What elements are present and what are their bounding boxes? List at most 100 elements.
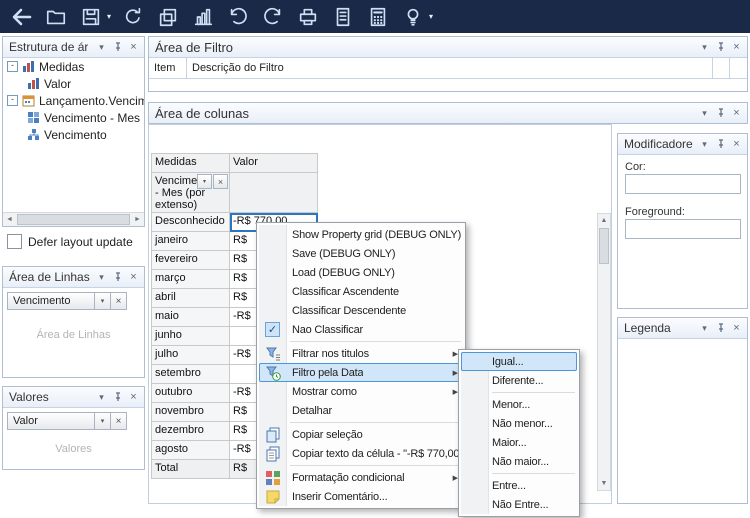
menu-item-copiar-selecao[interactable]: Copiar seleção xyxy=(259,425,463,444)
menu-item-filtro-pela-data[interactable]: Filtro pela Data ▶ xyxy=(259,363,463,382)
pin-icon[interactable] xyxy=(110,40,125,55)
row-label[interactable]: abril xyxy=(152,289,230,308)
save-dropdown-caret[interactable]: ▾ xyxy=(107,12,111,21)
save-button[interactable] xyxy=(78,4,104,30)
row-label[interactable]: setembro xyxy=(152,365,230,384)
redo-button[interactable] xyxy=(260,4,286,30)
submenu-item-nao-menor[interactable]: Não menor... xyxy=(461,414,577,433)
calculator-button[interactable] xyxy=(365,4,391,30)
foreground-input[interactable] xyxy=(625,219,741,239)
panel-menu-icon[interactable]: ▾ xyxy=(697,321,712,336)
filter-col-item[interactable]: Item xyxy=(149,58,187,78)
filter-col-descricao[interactable]: Descrição do Filtro xyxy=(187,58,713,78)
field-close-icon[interactable]: × xyxy=(213,174,228,189)
close-icon[interactable]: × xyxy=(126,40,141,55)
close-icon[interactable]: × xyxy=(729,137,744,152)
undo-button[interactable] xyxy=(225,4,251,30)
menu-item-mostrar-como[interactable]: Mostrar como ▶ xyxy=(259,382,463,401)
scrollbar-thumb[interactable] xyxy=(599,228,609,264)
tips-button[interactable] xyxy=(400,4,426,30)
row-label[interactable]: fevereiro xyxy=(152,251,230,270)
close-icon[interactable]: × xyxy=(729,321,744,336)
pivot-column-field[interactable]: Vencimento - Mes (por extenso) ▾ × xyxy=(152,173,230,213)
tree-item-valor[interactable]: Valor xyxy=(3,75,144,92)
tree-item-vencimento[interactable]: Vencimento xyxy=(3,126,144,143)
panel-menu-icon[interactable]: ▾ xyxy=(94,40,109,55)
back-button[interactable] xyxy=(8,4,34,30)
close-icon[interactable]: × xyxy=(729,40,744,55)
row-field-chip-vencimento[interactable]: Vencimento ▾ × xyxy=(7,292,127,310)
scrollbar-thumb[interactable] xyxy=(17,214,130,225)
print-preview-button[interactable] xyxy=(330,4,356,30)
chip-close-icon[interactable]: × xyxy=(110,413,126,429)
row-label[interactable]: agosto xyxy=(152,441,230,460)
menu-item-nao-classificar[interactable]: ✓ Nao Classificar xyxy=(259,320,463,339)
menu-item-classificar-ascendente[interactable]: Classificar Ascendente xyxy=(259,282,463,301)
filter-col-extra-2[interactable] xyxy=(730,58,747,78)
chip-filter-icon[interactable]: ▾ xyxy=(94,293,110,309)
panel-menu-icon[interactable]: ▾ xyxy=(697,137,712,152)
menu-item-detalhar[interactable]: Detalhar xyxy=(259,401,463,420)
total-label[interactable]: Total xyxy=(152,460,230,479)
close-icon[interactable]: × xyxy=(126,390,141,405)
row-label[interactable]: novembro xyxy=(152,403,230,422)
tree-item-medidas[interactable]: - Medidas xyxy=(3,58,144,75)
submenu-item-igual[interactable]: Igual... xyxy=(461,352,577,371)
cor-input[interactable] xyxy=(625,174,741,194)
pin-icon[interactable] xyxy=(713,137,728,152)
tree-horizontal-scrollbar[interactable]: ◄ ► xyxy=(3,212,144,226)
menu-item-load-debug[interactable]: Load (DEBUG ONLY) xyxy=(259,263,463,282)
menu-item-show-property-grid[interactable]: Show Property grid (DEBUG ONLY) xyxy=(259,225,463,244)
submenu-item-nao-maior[interactable]: Não maior... xyxy=(461,452,577,471)
refresh-button[interactable] xyxy=(120,4,146,30)
scroll-left-icon[interactable]: ◄ xyxy=(3,216,16,223)
row-label[interactable]: dezembro xyxy=(152,422,230,441)
filter-col-extra-1[interactable] xyxy=(713,58,730,78)
close-icon[interactable]: × xyxy=(126,270,141,285)
panel-menu-icon[interactable]: ▾ xyxy=(94,390,109,405)
pin-icon[interactable] xyxy=(713,40,728,55)
row-label[interactable]: janeiro xyxy=(152,232,230,251)
print-button[interactable] xyxy=(295,4,321,30)
chip-close-icon[interactable]: × xyxy=(110,293,126,309)
pin-icon[interactable] xyxy=(110,390,125,405)
submenu-item-diferente[interactable]: Diferente... xyxy=(461,371,577,390)
menu-item-classificar-descendente[interactable]: Classificar Descendente xyxy=(259,301,463,320)
submenu-item-menor[interactable]: Menor... xyxy=(461,395,577,414)
pin-icon[interactable] xyxy=(110,270,125,285)
pin-icon[interactable] xyxy=(713,321,728,336)
chip-filter-icon[interactable]: ▾ xyxy=(94,413,110,429)
field-filter-icon[interactable]: ▾ xyxy=(197,174,212,189)
tree-item-lancamento[interactable]: - Lançamento.Vencimen xyxy=(3,92,144,109)
panel-menu-icon[interactable]: ▾ xyxy=(697,106,712,121)
row-label[interactable]: março xyxy=(152,270,230,289)
scroll-down-icon[interactable]: ▼ xyxy=(598,477,610,490)
tree-item-vencimento-mes[interactable]: Vencimento - Mes xyxy=(3,109,144,126)
pivot-measures-header[interactable]: Medidas xyxy=(152,154,230,173)
pin-icon[interactable] xyxy=(713,106,728,121)
close-icon[interactable]: × xyxy=(729,106,744,121)
scroll-up-icon[interactable]: ▲ xyxy=(598,214,610,227)
submenu-item-entre[interactable]: Entre... xyxy=(461,476,577,495)
copy-button[interactable] xyxy=(155,4,181,30)
submenu-item-nao-entre[interactable]: Não Entre... xyxy=(461,495,577,514)
value-field-chip-valor[interactable]: Valor ▾ × xyxy=(7,412,127,430)
collapse-icon[interactable]: - xyxy=(7,95,18,106)
menu-item-inserir-comentario[interactable]: Inserir Comentário... xyxy=(259,487,463,506)
scroll-right-icon[interactable]: ► xyxy=(131,216,144,223)
row-label[interactable]: Desconhecido xyxy=(152,213,230,232)
panel-menu-icon[interactable]: ▾ xyxy=(697,40,712,55)
open-folder-button[interactable] xyxy=(43,4,69,30)
menu-item-save-debug[interactable]: Save (DEBUG ONLY) xyxy=(259,244,463,263)
row-label[interactable]: julho xyxy=(152,346,230,365)
menu-item-copiar-texto-celula[interactable]: Copiar texto da célula - "-R$ 770,00" xyxy=(259,444,463,463)
row-label[interactable]: outubro xyxy=(152,384,230,403)
collapse-icon[interactable]: - xyxy=(7,61,18,72)
row-label[interactable]: junho xyxy=(152,327,230,346)
menu-item-filtrar-nos-titulos[interactable]: Filtrar nos titulos ▶ xyxy=(259,344,463,363)
menu-item-formatacao-condicional[interactable]: Formatação condicional ▶ xyxy=(259,468,463,487)
submenu-item-maior[interactable]: Maior... xyxy=(461,433,577,452)
row-label[interactable]: maio xyxy=(152,308,230,327)
panel-menu-icon[interactable]: ▾ xyxy=(94,270,109,285)
grid-vertical-scrollbar[interactable]: ▲ ▼ xyxy=(597,213,611,491)
